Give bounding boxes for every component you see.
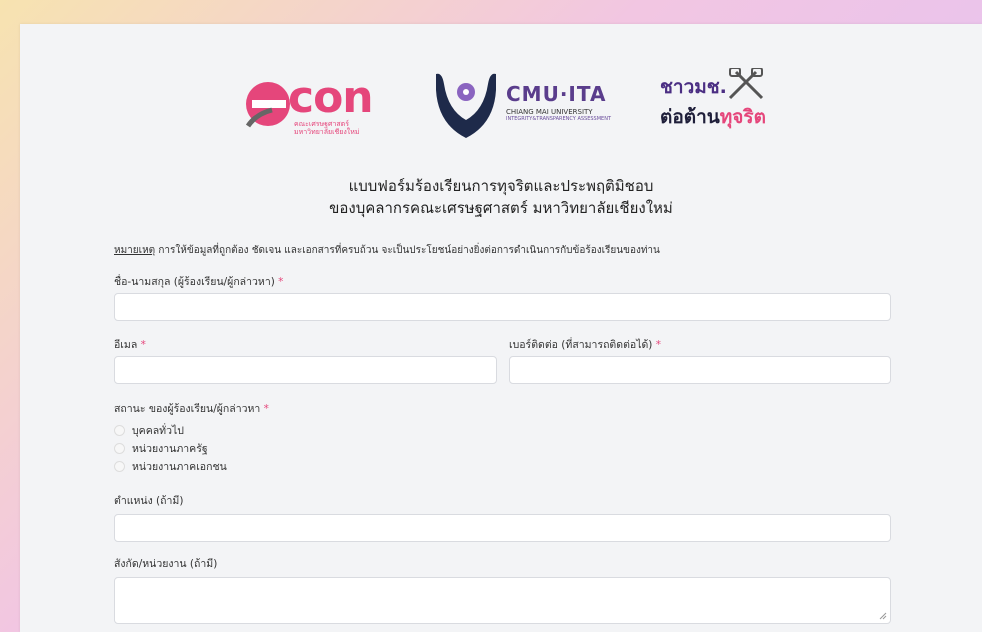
radio-label: หน่วยงานภาคเอกชน xyxy=(132,461,227,473)
radio-label: บุคคลทั่วไป xyxy=(132,425,184,437)
form-title-line2: ของบุคลากรคณะเศรษฐศาสตร์ มหาวิทยาลัยเชีย… xyxy=(329,199,673,217)
note-label: หมายเหตุ xyxy=(114,245,156,256)
email-input[interactable] xyxy=(114,356,497,384)
required-mark: * xyxy=(655,339,661,351)
econ-logo: con คณะเศรษฐศาสตร์ มหาวิทยาลัยเชียงใหม่ xyxy=(242,72,374,136)
position-label: ตำแหน่ง (ถ้ามี) xyxy=(114,495,184,507)
status-radio-government[interactable]: หน่วยงานภาครัฐ xyxy=(114,440,208,457)
form-note: หมายเหตุ การให้ข้อมูลที่ถูกต้อง ชัดเจน แ… xyxy=(114,243,660,258)
cmu-title: CMU·ITA xyxy=(506,82,607,106)
name-label-text: ชื่อ-นามสกุล (ผู้ร้องเรียน/ผู้กล่าวหา) xyxy=(114,276,275,288)
status-label: สถานะ ของผู้ร้องเรียน/ผู้กล่าวหา * xyxy=(114,400,269,417)
anti-bottom-b: ทุจริต xyxy=(719,106,766,128)
note-text: การให้ข้อมูลที่ถูกต้อง ชัดเจน และเอกสารท… xyxy=(155,245,660,256)
phone-label: เบอร์ติดต่อ (ที่สามารถติดต่อได้) * xyxy=(509,336,661,353)
radio-circle-icon[interactable] xyxy=(114,425,125,436)
required-mark: * xyxy=(140,339,146,351)
resize-handle-icon[interactable] xyxy=(879,612,887,620)
status-radio-general[interactable]: บุคคลทั่วไป xyxy=(114,422,184,439)
status-label-text: สถานะ ของผู้ร้องเรียน/ผู้กล่าวหา xyxy=(114,403,261,415)
radio-circle-icon[interactable] xyxy=(114,443,125,454)
name-label: ชื่อ-นามสกุล (ผู้ร้องเรียน/ผู้กล่าวหา) * xyxy=(114,273,283,290)
econ-word: con xyxy=(288,72,374,123)
email-label: อีเมล * xyxy=(114,336,146,353)
cmu-sub2: INTEGRITY&TRANSPARENCY ASSESSMENT xyxy=(506,116,611,122)
cmu-ita-logo: CMU·ITA CHIANG MAI UNIVERSITY INTEGRITY&… xyxy=(434,70,611,144)
phone-label-text: เบอร์ติดต่อ (ที่สามารถติดต่อได้) xyxy=(509,339,653,351)
affiliation-textarea[interactable] xyxy=(114,577,891,624)
anti-corruption-logo: ชาวมช. ต่อต้านทุจริต xyxy=(660,68,766,132)
affiliation-label: สังกัด/หน่วยงาน (ถ้ามี) xyxy=(114,558,218,570)
radio-circle-icon[interactable] xyxy=(114,461,125,472)
email-label-text: อีเมล xyxy=(114,339,138,351)
cmu-sub: CHIANG MAI UNIVERSITY xyxy=(506,108,593,116)
anti-bottom-text: ต่อต้านทุจริต xyxy=(660,102,766,132)
required-mark: * xyxy=(263,403,269,415)
name-input[interactable] xyxy=(114,293,891,321)
status-radio-private[interactable]: หน่วยงานภาคเอกชน xyxy=(114,458,227,475)
cmu-shield-icon xyxy=(436,73,496,138)
econ-sub2: มหาวิทยาลัยเชียงใหม่ xyxy=(294,128,360,136)
radio-label: หน่วยงานภาครัฐ xyxy=(132,443,208,455)
logo-bar: con คณะเศรษฐศาสตร์ มหาวิทยาลัยเชียงใหม่ … xyxy=(20,64,982,154)
anti-bottom-a: ต่อต้าน xyxy=(660,106,720,128)
position-input[interactable] xyxy=(114,514,891,542)
phone-input[interactable] xyxy=(509,356,891,384)
required-mark: * xyxy=(278,276,284,288)
form-title-line1: แบบฟอร์มร้องเรียนการทุจริตและประพฤติมิชอ… xyxy=(348,177,654,195)
form-card: con คณะเศรษฐศาสตร์ มหาวิทยาลัยเชียงใหม่ … xyxy=(20,24,982,632)
econ-e-icon xyxy=(245,82,290,128)
crossed-hands-icon xyxy=(728,68,764,100)
